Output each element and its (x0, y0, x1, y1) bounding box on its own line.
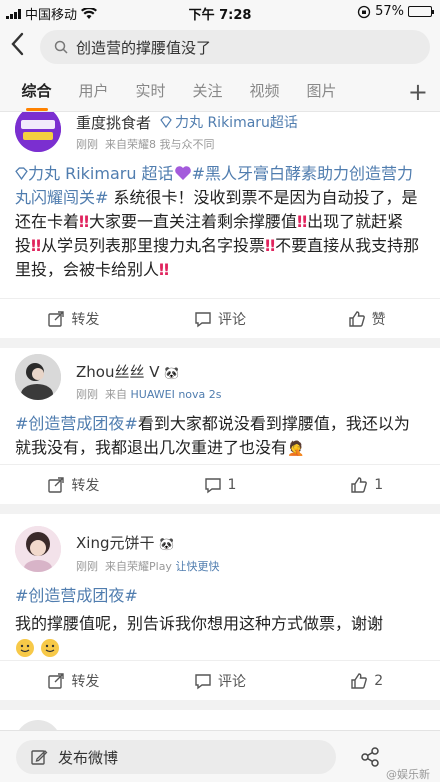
comment-button[interactable]: 1 (147, 465, 294, 504)
double-exclamation-icon: ‼ (31, 236, 42, 255)
post-time: 刚刚 (76, 388, 98, 401)
tab-users[interactable]: 用户 (65, 80, 122, 101)
comment-button[interactable]: 评论 (147, 299, 294, 338)
smile-emoji-icon (16, 639, 34, 657)
diamond-icon (160, 116, 172, 128)
back-button[interactable] (10, 32, 34, 60)
tab-images[interactable]: 图片 (293, 80, 350, 101)
post-card[interactable]: Xing元饼干 🐼 刚刚 来自荣耀Play 让快更快 #创造营成团夜# 我的撑腰… (0, 514, 440, 700)
search-icon (54, 40, 68, 54)
comment-button[interactable]: 评论 (147, 661, 294, 700)
post-text: #创造营成团夜#看到大家都说没看到撑腰值，我还以为就我没有，我都退出几次重进了也… (15, 414, 410, 457)
device-link[interactable]: HUAWEI nova 2s (131, 388, 222, 401)
thumbs-up-icon (351, 672, 368, 689)
edit-icon (31, 750, 48, 765)
post-time: 刚刚 (76, 560, 98, 573)
orientation-lock-icon (357, 5, 371, 18)
comment-icon (195, 311, 211, 327)
double-exclamation-icon: ‼ (159, 260, 170, 279)
avatar-logo-icon (15, 112, 61, 152)
repost-icon (48, 476, 65, 493)
double-exclamation-icon: ‼ (297, 212, 308, 231)
compose-button[interactable]: 发布微博 (16, 740, 336, 774)
status-bar: 中国移动 下午 7:28 57% (0, 0, 440, 24)
username[interactable]: 重度挑食者 (76, 112, 151, 133)
tab-general[interactable]: 综合 (8, 80, 65, 111)
post-actions: 转发 评论 赞 (0, 298, 440, 338)
search-header: 创造营的撑腰值没了 (0, 24, 440, 70)
compose-bar: 发布微博 (0, 730, 440, 782)
avatar-photo-icon (15, 526, 61, 572)
device-link[interactable]: 让快更快 (175, 560, 219, 573)
post-time: 刚刚 (76, 138, 98, 151)
post-source: 来自 (105, 388, 127, 401)
back-arrow-icon (11, 32, 24, 56)
super-topic-link[interactable]: 力丸 Rikimaru超话 (160, 112, 298, 132)
thumbs-up-icon (351, 476, 368, 493)
feed: 重度挑食者 力丸 Rikimaru超话 刚刚 来自荣耀8 我与众不同 力丸 Ri… (0, 112, 440, 730)
repost-button[interactable]: 转发 (0, 661, 147, 700)
post-source: 来自荣耀Play (105, 560, 172, 573)
battery-percent: 57% (375, 4, 404, 19)
double-exclamation-icon: ‼ (79, 212, 90, 231)
tab-bar: 综合 用户 实时 关注 视频 图片 + (0, 70, 440, 112)
smile-emoji-icon (41, 639, 60, 657)
post-meta: 刚刚 来自 HUAWEI nova 2s (76, 386, 222, 402)
emoji-icon: 🤦 (287, 441, 305, 457)
battery-icon (408, 6, 434, 17)
post-meta: 刚刚 来自荣耀8 我与众不同 (76, 136, 215, 152)
post-actions: 转发 1 1 (0, 464, 440, 504)
repost-button[interactable]: 转发 (0, 299, 147, 338)
watermark: @娱乐新闻 (386, 768, 430, 781)
avatar[interactable] (15, 112, 61, 152)
post-text: #创造营成团夜# 我的撑腰值呢，别告诉我你想用这种方式做票，谢谢 (15, 584, 425, 665)
post-meta: 刚刚 来自荣耀Play 让快更快 (76, 558, 219, 574)
username[interactable]: Xing元饼干 🐼 (76, 532, 174, 553)
repost-icon (48, 310, 65, 327)
avatar[interactable] (15, 720, 61, 730)
avatar-photo-icon (15, 354, 61, 400)
repost-button[interactable]: 转发 (0, 465, 147, 504)
hashtag-link[interactable]: #创造营成团夜# (15, 414, 138, 433)
username[interactable]: Zhou丝丝 V 🐼 (76, 361, 179, 382)
like-button[interactable]: 2 (293, 661, 440, 700)
like-button[interactable]: 1 (293, 465, 440, 504)
hashtag-link[interactable]: #创造营成团夜# (15, 586, 138, 605)
double-exclamation-icon: ‼ (265, 236, 276, 255)
tab-following[interactable]: 关注 (179, 80, 236, 101)
diamond-icon (15, 167, 28, 181)
avatar[interactable] (15, 526, 61, 572)
repost-icon (48, 672, 65, 689)
search-query: 创造营的撑腰值没了 (76, 38, 212, 57)
post-card[interactable]: 重度挑食者 力丸 Rikimaru超话 刚刚 来自荣耀8 我与众不同 力丸 Ri… (0, 112, 440, 338)
post-card[interactable] (0, 710, 440, 730)
comment-icon (204, 477, 221, 493)
tab-video[interactable]: 视频 (236, 80, 293, 101)
avatar[interactable] (15, 354, 61, 400)
thumbs-up-icon (348, 310, 365, 327)
post-source: 来自荣耀8 我与众不同 (105, 138, 215, 151)
panda-icon: 🐼 (159, 537, 175, 551)
tab-realtime[interactable]: 实时 (122, 80, 179, 101)
panda-icon: 🐼 (164, 366, 180, 380)
share-icon[interactable] (360, 747, 380, 767)
search-input[interactable]: 创造营的撑腰值没了 (40, 30, 430, 64)
super-topic-tag[interactable]: 力丸 Rikimaru 超话 (15, 164, 174, 183)
post-actions: 转发 评论 2 (0, 660, 440, 700)
post-card[interactable]: Zhou丝丝 V 🐼 刚刚 来自 HUAWEI nova 2s #创造营成团夜#… (0, 348, 440, 504)
purple-heart-icon (174, 166, 191, 180)
comment-icon (195, 673, 211, 689)
like-button[interactable]: 赞 (293, 299, 440, 338)
add-tab-icon[interactable]: + (408, 78, 428, 106)
post-text: 力丸 Rikimaru 超话 #黑人牙膏白酵素助力创造营力丸闪耀闯关# 系统很卡！… (15, 164, 420, 279)
